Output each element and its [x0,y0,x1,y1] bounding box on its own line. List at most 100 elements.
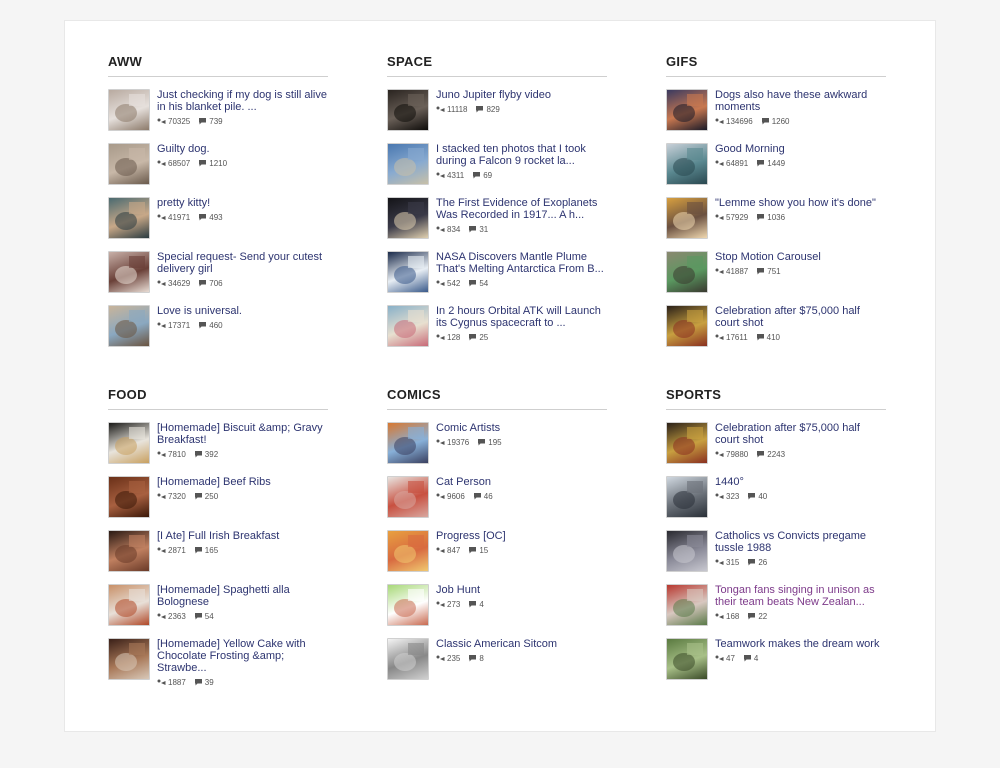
post-title-link[interactable]: Cat Person [436,476,607,488]
post-thumbnail[interactable] [387,584,429,626]
post-item[interactable]: I stacked ten photos that I took during … [387,143,607,187]
post-title-link[interactable]: Celebration after $75,000 half court sho… [715,305,886,329]
post-item[interactable]: [Homemade] Spaghetti alla Bolognese 2363 5… [108,584,328,628]
post-title-link[interactable]: In 2 hours Orbital ATK will Launch its C… [436,305,607,329]
post-title-link[interactable]: Stop Motion Carousel [715,251,886,263]
post-thumbnail[interactable] [666,305,708,347]
post-thumbnail[interactable] [666,476,708,518]
post-thumbnail[interactable] [108,530,150,572]
post-title-link[interactable]: NASA Discovers Mantle Plume That's Melti… [436,251,607,275]
post-thumbnail[interactable] [387,305,429,347]
post-title-link[interactable]: I stacked ten photos that I took during … [436,143,607,167]
post-item[interactable]: Catholics vs Convicts pregame tussle 198… [666,530,886,574]
post-item[interactable]: [Homemade] Yellow Cake with Chocolate Fr… [108,638,328,687]
section-title[interactable]: SPORTS [666,387,886,402]
comments-stat[interactable]: 40 [747,492,767,501]
post-item[interactable]: Special request- Send your cutest delive… [108,251,328,295]
post-thumbnail[interactable] [666,584,708,626]
post-item[interactable]: [I Ate] Full Irish Breakfast 2871 165 [108,530,328,574]
post-thumbnail[interactable] [387,530,429,572]
comments-stat[interactable]: 69 [472,171,492,180]
comments-stat[interactable]: 250 [194,492,218,501]
post-thumbnail[interactable] [387,89,429,131]
post-title-link[interactable]: Love is universal. [157,305,328,317]
post-item[interactable]: Just checking if my dog is still alive i… [108,89,328,133]
post-title-link[interactable]: Teamwork makes the dream work [715,638,886,650]
comments-stat[interactable]: 31 [468,225,488,234]
post-title-link[interactable]: [Homemade] Spaghetti alla Bolognese [157,584,328,608]
post-title-link[interactable]: [I Ate] Full Irish Breakfast [157,530,328,542]
post-thumbnail[interactable] [108,143,150,185]
comments-stat[interactable]: 15 [468,546,488,555]
post-thumbnail[interactable] [108,197,150,239]
section-title[interactable]: SPACE [387,54,607,69]
post-item[interactable]: Dogs also have these awkward moments 1346… [666,89,886,133]
comments-stat[interactable]: 39 [194,678,214,687]
post-title-link[interactable]: Celebration after $75,000 half court sho… [715,422,886,446]
post-item[interactable]: [Homemade] Beef Ribs 7320 250 [108,476,328,520]
post-thumbnail[interactable] [666,89,708,131]
comments-stat[interactable]: 751 [756,267,781,276]
post-thumbnail[interactable] [108,476,150,518]
post-item[interactable]: pretty kitty! 41971 493 [108,197,328,241]
comments-stat[interactable]: 4 [468,600,484,609]
post-thumbnail[interactable] [108,638,150,680]
section-title[interactable]: GIFS [666,54,886,69]
post-thumbnail[interactable] [387,143,429,185]
comments-stat[interactable]: 460 [198,321,223,330]
post-thumbnail[interactable] [108,584,150,626]
comments-stat[interactable]: 706 [198,279,223,288]
post-item[interactable]: Juno Jupiter flyby video 11118 829 [387,89,607,133]
post-title-link[interactable]: [Homemade] Biscuit &amp; Gravy Breakfast… [157,422,328,446]
post-thumbnail[interactable] [108,305,150,347]
comments-stat[interactable]: 1036 [756,213,785,222]
post-item[interactable]: [Homemade] Biscuit &amp; Gravy Breakfast… [108,422,328,466]
post-title-link[interactable]: Good Morning [715,143,886,155]
section-title[interactable]: COMICS [387,387,607,402]
section-title[interactable]: AWW [108,54,328,69]
post-thumbnail[interactable] [666,638,708,680]
post-thumbnail[interactable] [666,422,708,464]
comments-stat[interactable]: 195 [477,438,502,447]
post-title-link[interactable]: Guilty dog. [157,143,328,155]
post-title-link[interactable]: Dogs also have these awkward moments [715,89,886,113]
comments-stat[interactable]: 25 [468,333,488,342]
comments-stat[interactable]: 54 [194,612,214,621]
comments-stat[interactable]: 8 [468,654,484,663]
post-title-link[interactable]: Progress [OC] [436,530,607,542]
comments-stat[interactable]: 46 [473,492,493,501]
comments-stat[interactable]: 165 [194,546,218,555]
post-item[interactable]: Progress [OC] 847 15 [387,530,607,574]
post-thumbnail[interactable] [108,89,150,131]
post-thumbnail[interactable] [387,638,429,680]
post-thumbnail[interactable] [666,251,708,293]
post-title-link[interactable]: Special request- Send your cutest delive… [157,251,328,275]
post-item[interactable]: Love is universal. 17371 460 [108,305,328,349]
post-thumbnail[interactable] [387,251,429,293]
comments-stat[interactable]: 1210 [198,159,227,168]
post-title-link[interactable]: Comic Artists [436,422,607,434]
post-thumbnail[interactable] [387,422,429,464]
post-item[interactable]: Celebration after $75,000 half court sho… [666,422,886,466]
comments-stat[interactable]: 1260 [761,117,790,126]
comments-stat[interactable]: 739 [198,117,223,126]
post-item[interactable]: The First Evidence of Exoplanets Was Rec… [387,197,607,241]
post-title-link[interactable]: "Lemme show you how it's done" [715,197,886,209]
post-item[interactable]: Guilty dog. 68507 1210 [108,143,328,187]
comments-stat[interactable]: 26 [747,558,767,567]
comments-stat[interactable]: 2243 [756,450,785,459]
post-thumbnail[interactable] [666,197,708,239]
post-thumbnail[interactable] [108,251,150,293]
post-item[interactable]: NASA Discovers Mantle Plume That's Melti… [387,251,607,295]
comments-stat[interactable]: 54 [468,279,488,288]
comments-stat[interactable]: 4 [743,654,758,663]
comments-stat[interactable]: 410 [756,333,780,342]
post-thumbnail[interactable] [387,476,429,518]
post-title-link[interactable]: 1440° [715,476,886,488]
post-title-link[interactable]: Job Hunt [436,584,607,596]
post-item[interactable]: Teamwork makes the dream work 47 4 [666,638,886,682]
comments-stat[interactable]: 493 [198,213,223,222]
post-title-link[interactable]: Classic American Sitcom [436,638,607,650]
post-thumbnail[interactable] [666,530,708,572]
post-title-link[interactable]: Juno Jupiter flyby video [436,89,607,101]
